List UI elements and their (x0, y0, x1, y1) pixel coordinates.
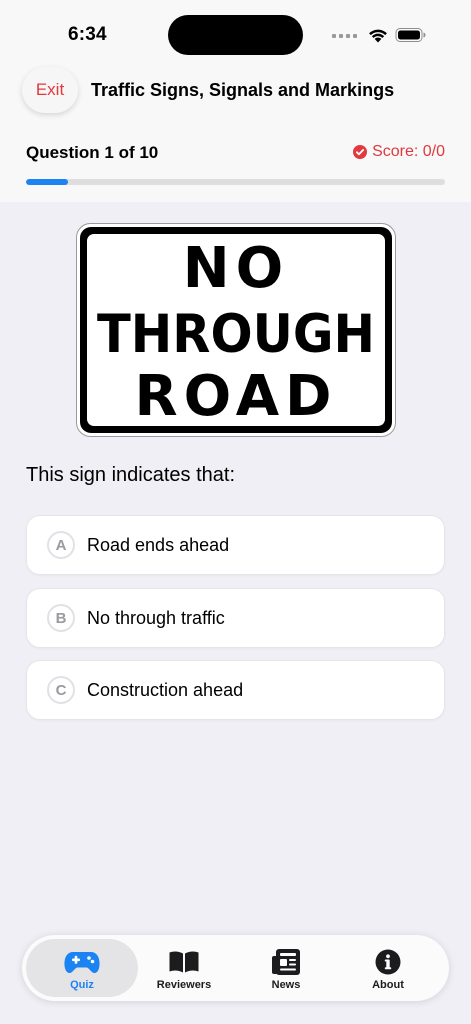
tab-label: Reviewers (156, 979, 212, 991)
progress-bar (26, 179, 445, 185)
wifi-icon (369, 29, 387, 43)
tab-label: News (271, 979, 301, 991)
gamepad-icon (64, 952, 100, 973)
sign-line-3: ROAD (134, 364, 337, 429)
sign-line-1: NO (183, 236, 289, 301)
quiz-header: 6:34 Exit Traffic Signs, Signals and Mar… (0, 0, 471, 202)
answer-option-c[interactable]: C Construction ahead (26, 660, 445, 720)
check-circle-icon (353, 145, 368, 159)
dynamic-island (168, 15, 303, 55)
battery-icon (395, 28, 426, 42)
sign-line-2: THROUGH (97, 304, 375, 365)
progress-fill (26, 179, 68, 185)
status-icons (332, 24, 427, 46)
option-letter: B (47, 604, 75, 632)
option-text: Construction ahead (87, 679, 244, 700)
topic-title: Traffic Signs, Signals and Markings (91, 80, 395, 100)
option-text: Road ends ahead (87, 534, 230, 555)
answer-option-b[interactable]: B No through traffic (26, 588, 445, 648)
answer-option-a[interactable]: A Road ends ahead (26, 515, 445, 575)
tab-news[interactable]: News (230, 939, 342, 997)
exit-button[interactable]: Exit (22, 67, 78, 113)
tab-label: About (372, 979, 404, 991)
score-indicator: Score: 0/0 (353, 143, 445, 161)
question-prompt: This sign indicates that: (26, 464, 235, 486)
no-through-road-sign-image: NO THROUGH ROAD (76, 223, 396, 437)
signal-dots-icon (332, 34, 357, 38)
tab-about[interactable]: About (332, 939, 444, 997)
tab-label: Quiz (70, 979, 94, 991)
tab-reviewers[interactable]: Reviewers (128, 939, 240, 997)
question-counter: Question 1 of 10 (26, 143, 159, 162)
option-letter: A (47, 531, 75, 559)
bottom-tab-bar: Quiz Reviewers News About (22, 935, 449, 1001)
option-text: No through traffic (87, 607, 225, 628)
score-label: Score: 0/0 (372, 143, 445, 160)
status-time: 6:34 (68, 24, 107, 45)
newspaper-icon (272, 949, 300, 975)
option-letter: C (47, 676, 75, 704)
info-icon (375, 949, 401, 975)
tab-quiz[interactable]: Quiz (26, 939, 138, 997)
book-icon (169, 951, 199, 973)
